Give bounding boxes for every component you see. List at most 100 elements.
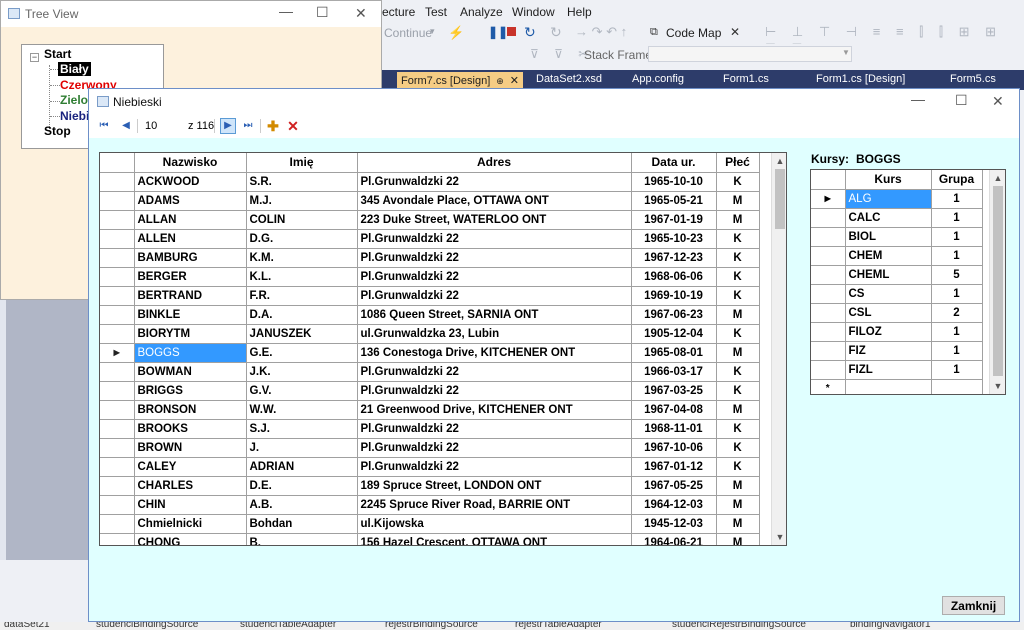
cell-nazwisko[interactable]: BAMBURG — [134, 248, 247, 268]
show-next-statement-icon[interactable]: ↻ — [550, 24, 562, 41]
cell-nazwisko[interactable]: BRONSON — [134, 400, 247, 420]
cell-kurs[interactable]: CSL — [845, 303, 932, 323]
cell-kurs[interactable]: CS — [845, 284, 932, 304]
row-header[interactable] — [100, 457, 135, 477]
minimize-icon[interactable]: — — [279, 3, 293, 19]
tray-item[interactable]: studenciRejestrBindingSource — [672, 622, 806, 630]
cell-imie[interactable]: K.M. — [246, 248, 358, 268]
cell-grupa[interactable]: 1 — [931, 189, 983, 209]
cell-nazwisko[interactable]: BERTRAND — [134, 286, 247, 306]
position-input[interactable] — [142, 118, 180, 134]
cell-imie[interactable]: Bohdan — [246, 514, 358, 534]
cell-nazwisko[interactable]: BIORYTM — [134, 324, 247, 344]
cell-adres[interactable]: ul.Kijowska — [357, 514, 632, 534]
cell-data-ur[interactable]: 1905-12-04 — [631, 324, 717, 344]
cell-plec[interactable]: K — [716, 267, 760, 287]
move-last-icon[interactable]: ⏭ — [240, 118, 256, 134]
cell-nazwisko[interactable]: ALLEN — [134, 229, 247, 249]
cell-imie[interactable]: W.W. — [246, 400, 358, 420]
tree-node-bialy[interactable]: Biały — [58, 62, 91, 76]
tray-item[interactable]: dataSet21 — [4, 622, 50, 630]
cell-plec[interactable]: M — [716, 495, 760, 515]
row-header[interactable] — [100, 381, 135, 401]
cell-adres[interactable]: 1086 Queen Street, SARNIA ONT — [357, 305, 632, 325]
cell-plec[interactable]: K — [716, 324, 760, 344]
cell-data-ur[interactable]: 1967-01-12 — [631, 457, 717, 477]
menu-test[interactable]: Test — [425, 5, 447, 19]
cell-data-ur[interactable]: 1967-04-08 — [631, 400, 717, 420]
cell-nazwisko[interactable]: CALEY — [134, 457, 247, 477]
row-header[interactable] — [811, 341, 846, 361]
table-row[interactable]: Chmielnicki Bohdan ul.Kijowska 1945-12-03 M — [100, 514, 760, 534]
current-row-indicator-icon[interactable]: ▶ — [811, 189, 846, 209]
cell-grupa[interactable]: 1 — [931, 360, 983, 380]
table-row[interactable]: CHIN A.B. 2245 Spruce River Road, BARRIE O… — [100, 495, 760, 515]
add-new-icon[interactable]: ✚ — [265, 118, 281, 134]
table-row[interactable]: BERGER K.L. Pl.Grunwaldzki 22 1968-06-06 K — [100, 267, 760, 287]
row-header[interactable] — [100, 267, 135, 287]
scroll-thumb[interactable] — [993, 186, 1003, 376]
tray-item[interactable]: studenciBindingSource — [96, 622, 198, 630]
cell-nazwisko[interactable]: BINKLE — [134, 305, 247, 325]
row-header[interactable] — [100, 438, 135, 458]
cell-imie[interactable]: J. — [246, 438, 358, 458]
row-header[interactable] — [100, 229, 135, 249]
cell-adres[interactable]: Pl.Grunwaldzki 22 — [357, 286, 632, 306]
cell-plec[interactable]: M — [716, 343, 760, 363]
cell-imie[interactable]: ADRIAN — [246, 457, 358, 477]
cell-plec[interactable]: K — [716, 362, 760, 382]
cell-kurs[interactable]: CHEML — [845, 265, 932, 285]
cell-plec[interactable]: M — [716, 305, 760, 325]
row-header[interactable] — [811, 303, 846, 323]
current-row-indicator-icon[interactable]: ▶ — [100, 343, 135, 363]
table-row[interactable]: ALLEN D.G. Pl.Grunwaldzki 22 1965-10-23 K — [100, 229, 760, 249]
cell-plec[interactable]: K — [716, 438, 760, 458]
row-header[interactable] — [811, 246, 846, 266]
stop-icon[interactable] — [507, 27, 516, 36]
cell-data-ur[interactable]: 1965-05-21 — [631, 191, 717, 211]
scroll-down-icon[interactable]: ▼ — [772, 529, 786, 545]
cell-imie[interactable]: JANUSZEK — [246, 324, 358, 344]
cell-adres[interactable]: Pl.Grunwaldzki 22 — [357, 381, 632, 401]
cell-imie[interactable]: S.R. — [246, 172, 358, 192]
cell-adres[interactable]: Pl.Grunwaldzki 22 — [357, 248, 632, 268]
cell-imie[interactable]: D.A. — [246, 305, 358, 325]
cell-grupa[interactable]: 1 — [931, 284, 983, 304]
table-row[interactable]: FILOZ 1 — [811, 322, 983, 342]
row-header[interactable] — [100, 514, 135, 534]
cell-nazwisko[interactable]: CHARLES — [134, 476, 247, 496]
column-header-nazwisko[interactable]: Nazwisko — [134, 153, 247, 173]
cell-nazwisko[interactable]: BERGER — [134, 267, 247, 287]
tray-item[interactable]: rejestrTableAdapter — [515, 622, 602, 630]
cell-nazwisko[interactable]: CHONG — [134, 533, 247, 545]
cell-adres[interactable]: 223 Duke Street, WATERLOO ONT — [357, 210, 632, 230]
table-row[interactable]: ▶ BOGGS G.E. 136 Conestoga Drive, KITCHENER… — [100, 343, 760, 363]
cell-grupa[interactable]: 5 — [931, 265, 983, 285]
column-header-plec[interactable]: Płeć — [716, 153, 760, 173]
move-first-icon[interactable]: ⏮ — [96, 118, 112, 134]
table-row[interactable]: FIZL 1 — [811, 360, 983, 380]
row-header[interactable] — [100, 476, 135, 496]
table-row[interactable]: BIORYTM JANUSZEK ul.Grunwaldzka 23, Lubin 1… — [100, 324, 760, 344]
row-header[interactable] — [811, 208, 846, 228]
cell-plec[interactable]: M — [716, 191, 760, 211]
table-row[interactable]: BRONSON W.W. 21 Greenwood Drive, KITCHENER… — [100, 400, 760, 420]
tray-item[interactable]: bindingNavigator1 — [850, 622, 931, 630]
cell-plec[interactable]: K — [716, 457, 760, 477]
cell-adres[interactable]: Pl.Grunwaldzki 22 — [357, 267, 632, 287]
table-row[interactable]: CHEML 5 — [811, 265, 983, 285]
table-row[interactable]: BROWN J. Pl.Grunwaldzki 22 1967-10-06 K — [100, 438, 760, 458]
close-icon[interactable]: ✕ — [992, 93, 1004, 110]
column-header-adres[interactable]: Adres — [357, 153, 632, 173]
cell-nazwisko[interactable]: BROWN — [134, 438, 247, 458]
cell-imie[interactable]: COLIN — [246, 210, 358, 230]
delete-icon[interactable]: ✕ — [285, 118, 301, 134]
table-row[interactable]: ACKWOOD S.R. Pl.Grunwaldzki 22 1965-10-10 K — [100, 172, 760, 192]
cell-adres[interactable]: 156 Hazel Crescent, OTTAWA ONT — [357, 533, 632, 545]
cell-grupa[interactable]: 1 — [931, 341, 983, 361]
scroll-up-icon[interactable]: ▲ — [990, 170, 1005, 186]
move-previous-icon[interactable]: ◀ — [118, 118, 134, 134]
maximize-icon[interactable]: ☐ — [316, 4, 329, 21]
cell-adres[interactable]: 21 Greenwood Drive, KITCHENER ONT — [357, 400, 632, 420]
menu-help[interactable]: Help — [567, 5, 592, 19]
